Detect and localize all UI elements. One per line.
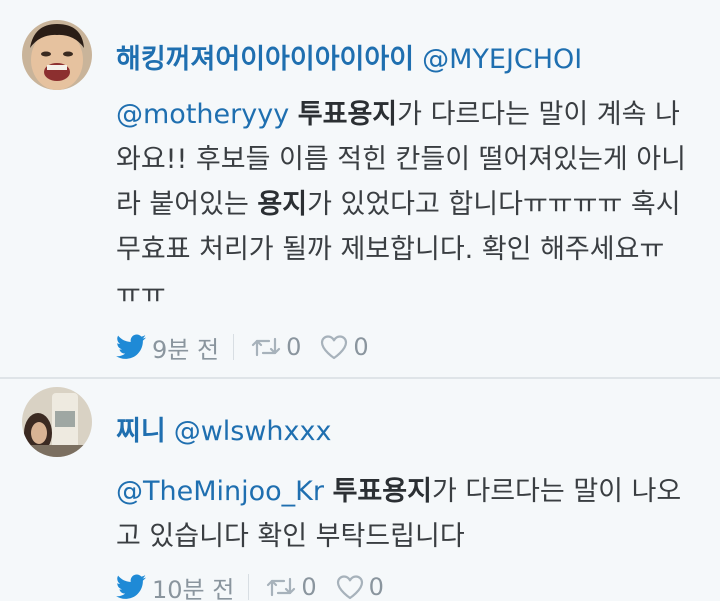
heart-icon[interactable] xyxy=(335,574,365,600)
retweet-count: 0 xyxy=(301,573,317,601)
heart-icon[interactable] xyxy=(319,334,349,360)
retweet-icon[interactable] xyxy=(250,335,282,359)
tweet-actions: 9분 전 0 0 xyxy=(116,330,387,364)
highlighted-keyword: 투표용지 xyxy=(297,99,398,130)
divider xyxy=(233,334,235,360)
display-name[interactable]: 찌니 xyxy=(116,416,166,447)
tweet-text: @motheryyy 투표용지가 다르다는 말이 계속 나와요!! 후보들 이름… xyxy=(116,92,686,317)
timestamp[interactable]: 10분 전 xyxy=(152,570,234,601)
text-segment xyxy=(324,476,333,507)
tweet-text: @TheMinjoo_Kr 투표용지가 다르다는 말이 나오고 있습니다 확인 … xyxy=(116,469,686,559)
like-count: 0 xyxy=(353,333,369,361)
user-handle[interactable]: @MYEJCHOI xyxy=(422,44,582,75)
avatar[interactable] xyxy=(22,20,92,90)
tweet-actions: 10분 전 0 0 xyxy=(116,570,402,601)
avatar[interactable] xyxy=(22,387,92,457)
timestamp[interactable]: 9분 전 xyxy=(152,330,219,365)
retweet-icon[interactable] xyxy=(265,575,297,599)
divider xyxy=(248,574,250,600)
tweet-divider xyxy=(0,377,720,379)
highlighted-keyword: 투표용지 xyxy=(332,476,432,507)
tweet-header: 찌니 @wlswhxxx xyxy=(116,409,331,448)
highlighted-keyword: 용지 xyxy=(257,189,308,220)
tweet-header: 해킹꺼져어이아이아이아이 @MYEJCHOI xyxy=(116,37,582,76)
retweet-count: 0 xyxy=(286,333,302,361)
text-segment xyxy=(289,99,298,130)
twitter-bird-icon xyxy=(116,334,146,360)
display-name[interactable]: 해킹꺼져어이아이아이아이 xyxy=(116,44,414,75)
mention-link[interactable]: @TheMinjoo_Kr xyxy=(116,476,324,507)
tweet[interactable]: 찌니 @wlswhxxx @TheMinjoo_Kr 투표용지가 다르다는 말이 … xyxy=(0,385,720,601)
avatar-image xyxy=(22,387,92,457)
avatar-image xyxy=(22,20,92,90)
mention-link[interactable]: @motheryyy xyxy=(116,99,289,130)
tweet[interactable]: 해킹꺼져어이아이아이아이 @MYEJCHOI @motheryyy 투표용지가 다… xyxy=(0,0,720,375)
user-handle[interactable]: @wlswhxxx xyxy=(174,416,332,447)
twitter-bird-icon xyxy=(116,574,146,600)
like-count: 0 xyxy=(368,573,384,601)
